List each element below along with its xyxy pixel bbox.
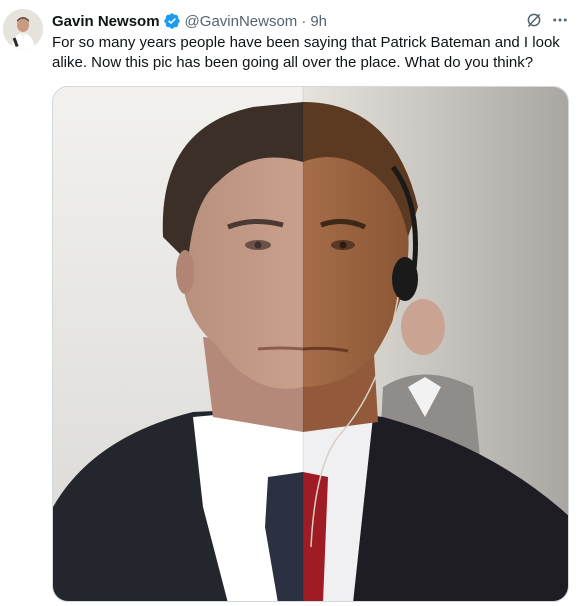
header-separator: ·: [301, 12, 307, 30]
grok-icon[interactable]: [524, 10, 544, 30]
more-options-icon[interactable]: [549, 10, 571, 30]
tweet-text: For so many years people have been sayin…: [52, 34, 560, 71]
avatar-photo: [3, 9, 43, 49]
comparison-photo: [53, 87, 568, 601]
tweet-timestamp[interactable]: 9h: [310, 13, 327, 30]
author-avatar[interactable]: [3, 9, 43, 49]
tweet-media-image[interactable]: [52, 86, 569, 602]
verified-badge-icon[interactable]: [163, 12, 181, 30]
author-name[interactable]: Gavin Newsom: [52, 13, 160, 30]
author-handle[interactable]: @GavinNewsom: [185, 13, 298, 30]
tweet[interactable]: Gavin Newsom @GavinNewsom · 9h For so ma…: [0, 0, 583, 606]
tweet-header: Gavin Newsom @GavinNewsom · 9h: [52, 10, 327, 32]
